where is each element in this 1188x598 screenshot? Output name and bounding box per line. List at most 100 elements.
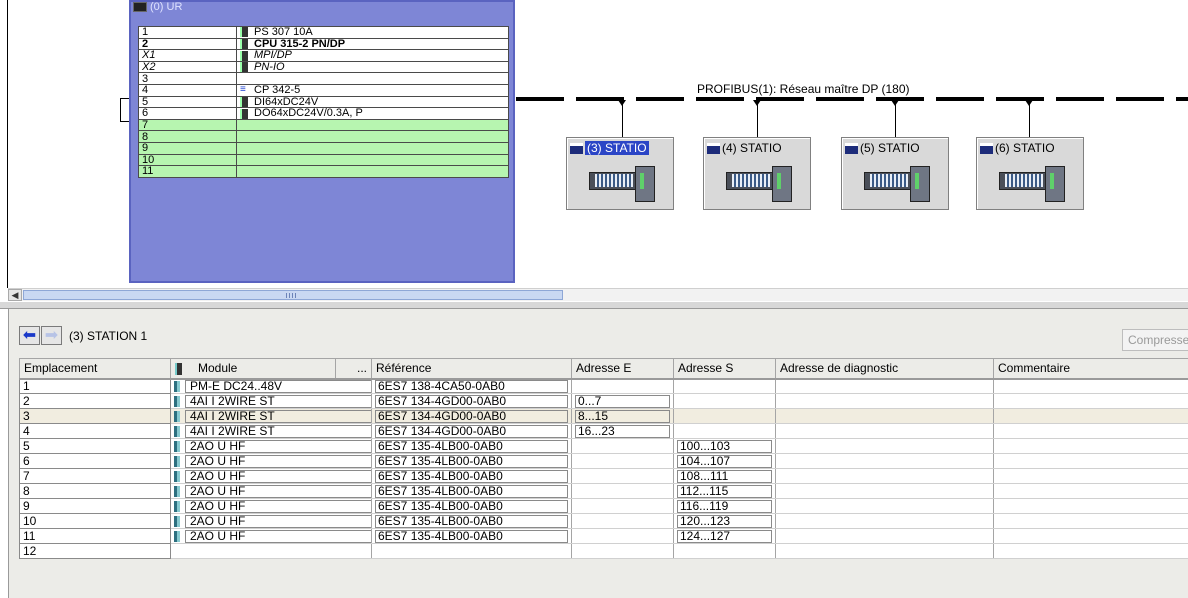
cell-module[interactable]: 4AI I 2WIRE ST	[170, 423, 372, 439]
scroll-left-icon[interactable]: ◀	[8, 289, 22, 301]
cell-commentaire[interactable]	[993, 468, 1188, 484]
cell-adresse-diagnostic[interactable]	[775, 498, 994, 514]
cell-adresse-e[interactable]	[571, 438, 674, 454]
dp-station[interactable]: (5) STATIO	[841, 137, 949, 210]
rack-slot-row[interactable]: 9	[138, 141, 509, 155]
cell-adresse-s[interactable]: 120...123	[673, 513, 776, 529]
rack-slot-row[interactable]: 3	[138, 72, 509, 85]
cell-adresse-s[interactable]: 104...107	[673, 453, 776, 469]
cell-adresse-s[interactable]: 108...111	[673, 468, 776, 484]
rack-slot-module[interactable]: CPU 315-2 PN/DP	[236, 37, 509, 51]
rack-slot-module[interactable]	[236, 130, 509, 143]
cell-adresse-diagnostic[interactable]	[775, 483, 994, 499]
table-row[interactable]: 10 2AO U HF 6ES7 135-4LB00-0AB0 120...123	[19, 513, 1188, 529]
rack-slot-row[interactable]: 1 PS 307 10A	[138, 26, 509, 39]
cell-commentaire[interactable]	[993, 543, 1188, 559]
rack-slot-module[interactable]: ≡ CP 342-5	[236, 83, 509, 97]
cell-commentaire[interactable]	[993, 528, 1188, 544]
col-adresse-e[interactable]: Adresse E	[571, 358, 674, 380]
cell-adresse-e[interactable]	[571, 543, 674, 559]
cell-adresse-diagnostic[interactable]	[775, 438, 994, 454]
profibus-label[interactable]: PROFIBUS(1): Réseau maître DP (180)	[697, 82, 910, 96]
cell-commentaire[interactable]	[993, 498, 1188, 514]
col-emplacement[interactable]: Emplacement	[19, 358, 171, 380]
cell-adresse-diagnostic[interactable]	[775, 543, 994, 559]
rack-slot-module[interactable]	[236, 72, 509, 85]
cell-commentaire[interactable]	[993, 378, 1188, 394]
cell-adresse-s[interactable]	[673, 393, 776, 409]
cell-adresse-e[interactable]	[571, 498, 674, 514]
col-commentaire[interactable]: Commentaire	[993, 358, 1188, 380]
table-row[interactable]: 5 2AO U HF 6ES7 135-4LB00-0AB0 100...103	[19, 438, 1188, 454]
cell-adresse-diagnostic[interactable]	[775, 378, 994, 394]
rack-slot-row[interactable]: 8	[138, 130, 509, 143]
rack-slot-row[interactable]: X1 MPI/DP	[138, 49, 509, 62]
rack-window[interactable]: (0) UR 1 PS 307 10A 2 CPU 315-2 PN/DP X1 MPI/…	[129, 0, 515, 283]
table-row[interactable]: 9 2AO U HF 6ES7 135-4LB00-0AB0 116...119	[19, 498, 1188, 514]
scroll-thumb[interactable]	[23, 290, 563, 300]
rack-slot-row[interactable]: 2 CPU 315-2 PN/DP	[138, 37, 509, 51]
table-row[interactable]: 8 2AO U HF 6ES7 135-4LB00-0AB0 112...115	[19, 483, 1188, 499]
cell-adresse-e[interactable]: 8...15	[571, 408, 674, 424]
table-row[interactable]: 11 2AO U HF 6ES7 135-4LB00-0AB0 124...127	[19, 528, 1188, 544]
cell-adresse-diagnostic[interactable]	[775, 453, 994, 469]
horizontal-scrollbar[interactable]: ◀	[8, 288, 1188, 301]
rack-slot-row[interactable]: 11	[138, 165, 509, 178]
cell-adresse-s[interactable]: 100...103	[673, 438, 776, 454]
rack-slot-row[interactable]: X2 PN-IO	[138, 60, 509, 74]
profibus-line[interactable]	[516, 97, 1188, 101]
cell-adresse-diagnostic[interactable]	[775, 393, 994, 409]
dp-station[interactable]: (4) STATIO	[703, 137, 811, 210]
cell-commentaire[interactable]	[993, 513, 1188, 529]
cell-adresse-diagnostic[interactable]	[775, 513, 994, 529]
col-adresse-diagnostic[interactable]: Adresse de diagnostic	[775, 358, 994, 380]
col-module[interactable]: Module	[170, 358, 336, 380]
cell-adresse-s[interactable]: 116...119	[673, 498, 776, 514]
rack-slot-module[interactable]	[236, 165, 509, 178]
rack-slot-row[interactable]: 10	[138, 153, 509, 167]
cell-commentaire[interactable]	[993, 483, 1188, 499]
rack-slot-module[interactable]: PS 307 10A	[236, 26, 509, 39]
cell-commentaire[interactable]	[993, 438, 1188, 454]
rack-slot-row[interactable]: 4 ≡ CP 342-5	[138, 83, 509, 97]
cell-adresse-s[interactable]	[673, 378, 776, 394]
cell-module[interactable]: 2AO U HF	[170, 453, 372, 469]
compress-button[interactable]: Compresser	[1122, 329, 1188, 351]
table-row[interactable]: 2 4AI I 2WIRE ST 6ES7 134-4GD00-0AB0 0...7	[19, 393, 1188, 409]
cell-module[interactable]	[170, 543, 372, 559]
rack-slot-module[interactable]	[236, 153, 509, 167]
cell-adresse-s[interactable]	[673, 543, 776, 559]
rack-slot-module[interactable]	[236, 118, 509, 132]
cell-commentaire[interactable]	[993, 393, 1188, 409]
cell-module[interactable]: PM-E DC24..48V	[170, 378, 372, 394]
cell-adresse-e[interactable]	[571, 468, 674, 484]
cell-adresse-s[interactable]	[673, 408, 776, 424]
col-adresse-s[interactable]: Adresse S	[673, 358, 776, 380]
cell-module[interactable]: 4AI I 2WIRE ST	[170, 408, 372, 424]
rack-slot-row[interactable]: 7	[138, 118, 509, 132]
cell-module[interactable]: 2AO U HF	[170, 528, 372, 544]
cell-adresse-e[interactable]	[571, 528, 674, 544]
cell-adresse-diagnostic[interactable]	[775, 468, 994, 484]
rack-slot-module[interactable]	[236, 141, 509, 155]
cell-adresse-s[interactable]: 124...127	[673, 528, 776, 544]
dp-station[interactable]: (6) STATIO	[976, 137, 1084, 210]
cell-adresse-e[interactable]	[571, 453, 674, 469]
back-arrow-icon[interactable]: ⬅	[19, 326, 40, 345]
cell-adresse-e[interactable]	[571, 513, 674, 529]
panel-splitter[interactable]	[0, 301, 1188, 309]
cell-adresse-diagnostic[interactable]	[775, 423, 994, 439]
cell-module[interactable]: 2AO U HF	[170, 483, 372, 499]
cell-adresse-e[interactable]	[571, 378, 674, 394]
table-row[interactable]: 4 4AI I 2WIRE ST 6ES7 134-4GD00-0AB0 16...2…	[19, 423, 1188, 439]
cell-adresse-s[interactable]: 112...115	[673, 483, 776, 499]
rack-slot-module[interactable]: PN-IO	[236, 60, 509, 74]
rack-slot-row[interactable]: 6 DO64xDC24V/0.3A, P	[138, 107, 509, 120]
cell-module[interactable]: 2AO U HF	[170, 513, 372, 529]
table-row[interactable]: 12	[19, 543, 1188, 559]
rack-slot-module[interactable]: DI64xDC24V	[236, 95, 509, 109]
cell-module[interactable]: 4AI I 2WIRE ST	[170, 393, 372, 409]
dp-station[interactable]: (3) STATIO	[566, 137, 674, 210]
table-row[interactable]: 3 4AI I 2WIRE ST 6ES7 134-4GD00-0AB0 8...15	[19, 408, 1188, 424]
cell-adresse-diagnostic[interactable]	[775, 408, 994, 424]
